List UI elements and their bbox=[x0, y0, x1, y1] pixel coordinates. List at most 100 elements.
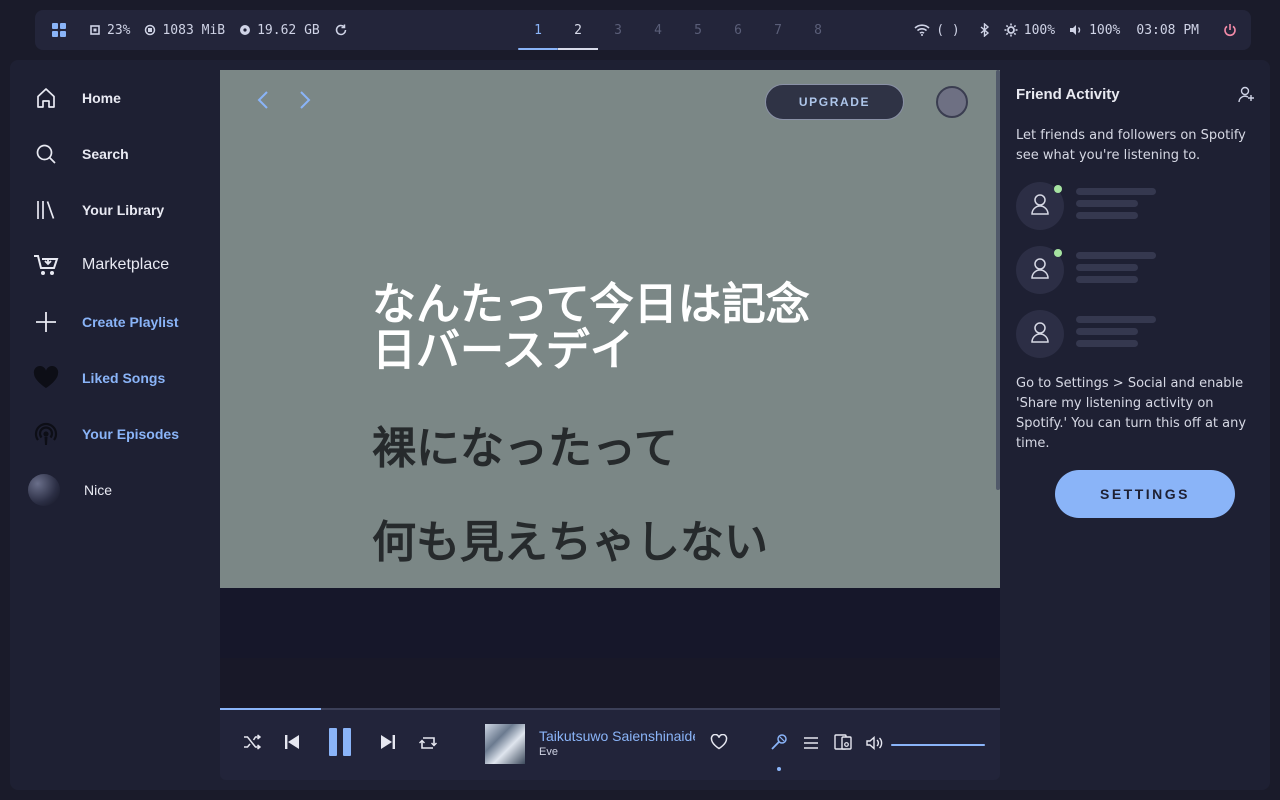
sidebar-item-label: Your Episodes bbox=[82, 426, 179, 442]
speaker-icon bbox=[1069, 24, 1083, 36]
lyrics-button[interactable] bbox=[767, 732, 791, 756]
lyric-line-active-2[interactable]: 日バースデイ bbox=[372, 328, 634, 374]
skip-previous-icon bbox=[284, 734, 300, 754]
lyrics-panel[interactable]: UPGRADE なんたって今日は記念 日バースデイ 裸になったって 何も見えちゃ… bbox=[220, 70, 1000, 588]
playback-progress-fill bbox=[220, 708, 322, 710]
content-background bbox=[220, 588, 1000, 658]
previous-button[interactable] bbox=[280, 732, 304, 756]
settings-button[interactable]: SETTINGS bbox=[1055, 470, 1235, 518]
volume-slider[interactable] bbox=[891, 744, 985, 746]
friend-placeholder-row bbox=[1016, 246, 1256, 294]
now-playing-bar: Taikutsuwo Saienshinaide Eve bbox=[220, 708, 1000, 780]
placeholder-line bbox=[1076, 328, 1138, 335]
sidebar-item-create-playlist[interactable]: Create Playlist bbox=[30, 302, 179, 342]
sidebar: Home Search Your Library Marketplace Cre… bbox=[10, 60, 220, 790]
volume-slider-fill bbox=[891, 744, 985, 746]
workspace-1[interactable]: 1 bbox=[518, 10, 558, 50]
sidebar-item-search[interactable]: Search bbox=[30, 134, 129, 174]
brightness-value: 100% bbox=[1023, 22, 1056, 38]
playlist-cover bbox=[28, 474, 60, 506]
spotify-window: Home Search Your Library Marketplace Cre… bbox=[10, 60, 1270, 790]
shuffle-icon bbox=[243, 734, 262, 754]
skip-next-icon bbox=[380, 734, 396, 754]
system-top-bar: 23% 1083 MiB 19.62 GB 1 2 3 4 5 6 7 8 ( … bbox=[35, 10, 1251, 50]
sidebar-item-playlist-nice[interactable]: Nice bbox=[28, 470, 112, 510]
upgrade-button[interactable]: UPGRADE bbox=[765, 84, 904, 120]
sidebar-item-label: Home bbox=[82, 90, 121, 106]
placeholder-line bbox=[1076, 340, 1138, 347]
active-indicator-dot bbox=[777, 767, 781, 771]
lyric-line-active-1[interactable]: なんたって今日は記念 bbox=[372, 282, 810, 328]
library-icon bbox=[30, 194, 62, 226]
heart-icon bbox=[30, 362, 62, 394]
brightness-indicator[interactable]: 100% bbox=[1004, 23, 1055, 38]
network-value: ( ) bbox=[936, 22, 960, 38]
sidebar-item-label: Nice bbox=[84, 482, 113, 498]
playback-progress-bar[interactable] bbox=[220, 708, 1000, 710]
lyric-line-next-2[interactable]: 何も見えちゃしない bbox=[372, 520, 768, 566]
workspace-8[interactable]: 8 bbox=[798, 10, 838, 50]
workspace-6[interactable]: 6 bbox=[718, 10, 758, 50]
memory-icon bbox=[144, 24, 156, 36]
album-cover[interactable] bbox=[485, 724, 525, 764]
next-button[interactable] bbox=[376, 732, 400, 756]
like-button[interactable] bbox=[707, 732, 731, 756]
connect-device-button[interactable] bbox=[831, 732, 855, 756]
friend-placeholder-row bbox=[1016, 310, 1256, 358]
friend-activity-instructions: Go to Settings > Social and enable 'Shar… bbox=[1016, 376, 1247, 451]
workspace-3[interactable]: 3 bbox=[598, 10, 638, 50]
forward-button[interactable] bbox=[293, 90, 317, 114]
wifi-icon bbox=[914, 24, 930, 36]
queue-icon bbox=[803, 735, 819, 754]
sidebar-item-liked-songs[interactable]: Liked Songs bbox=[30, 358, 165, 398]
sidebar-item-label: Search bbox=[82, 146, 129, 162]
pause-button[interactable] bbox=[324, 726, 356, 762]
friend-avatar bbox=[1016, 310, 1064, 358]
power-icon[interactable] bbox=[1223, 23, 1237, 37]
volume-value: 100% bbox=[1089, 22, 1121, 38]
sidebar-item-marketplace[interactable]: Marketplace bbox=[30, 245, 169, 285]
main-content: UPGRADE なんたって今日は記念 日バースデイ 裸になったって 何も見えちゃ… bbox=[220, 70, 1000, 710]
sidebar-item-home[interactable]: Home bbox=[30, 78, 121, 118]
disk-icon bbox=[239, 24, 251, 36]
add-friend-icon[interactable] bbox=[1236, 84, 1256, 108]
network-indicator[interactable]: ( ) bbox=[914, 22, 960, 38]
workspace-2[interactable]: 2 bbox=[558, 10, 598, 50]
chevron-left-icon bbox=[257, 90, 269, 114]
sidebar-item-your-episodes[interactable]: Your Episodes bbox=[30, 414, 179, 454]
refresh-icon[interactable] bbox=[334, 23, 348, 37]
lyric-line-next-1[interactable]: 裸になったって bbox=[372, 426, 678, 472]
repeat-icon bbox=[419, 735, 437, 754]
clock[interactable]: 03:08 PM bbox=[1136, 23, 1199, 38]
heart-outline-icon bbox=[710, 733, 728, 754]
sidebar-item-label: Your Library bbox=[82, 202, 165, 218]
placeholder-line bbox=[1076, 252, 1156, 259]
workspace-5[interactable]: 5 bbox=[678, 10, 718, 50]
sidebar-item-library[interactable]: Your Library bbox=[30, 190, 164, 230]
workspace-7[interactable]: 7 bbox=[758, 10, 798, 50]
bluetooth-icon[interactable] bbox=[980, 23, 990, 37]
user-icon bbox=[1030, 257, 1050, 283]
memory-value: 1083 MiB bbox=[162, 22, 226, 38]
queue-button[interactable] bbox=[799, 732, 823, 756]
mute-button[interactable] bbox=[863, 732, 887, 756]
workspace-switcher: 1 2 3 4 5 6 7 8 bbox=[518, 10, 838, 50]
cpu-indicator: 23% bbox=[89, 23, 130, 38]
user-avatar[interactable] bbox=[936, 86, 968, 118]
track-title[interactable]: Taikutsuwo Saienshinaide bbox=[539, 728, 695, 744]
track-artist[interactable]: Eve bbox=[539, 746, 558, 758]
podcast-icon bbox=[30, 418, 62, 450]
online-indicator bbox=[1054, 249, 1062, 257]
brightness-icon bbox=[1004, 23, 1018, 37]
volume-indicator[interactable]: 100% bbox=[1069, 23, 1120, 38]
placeholder-line bbox=[1076, 212, 1138, 219]
workspace-4[interactable]: 4 bbox=[638, 10, 678, 50]
placeholder-line bbox=[1076, 276, 1138, 283]
plus-icon bbox=[30, 306, 62, 338]
back-button[interactable] bbox=[251, 90, 275, 114]
apps-grid-icon[interactable] bbox=[51, 22, 67, 38]
microphone-icon bbox=[770, 733, 788, 755]
shuffle-button[interactable] bbox=[240, 732, 264, 756]
user-icon bbox=[1030, 321, 1050, 347]
repeat-button[interactable] bbox=[416, 732, 440, 756]
